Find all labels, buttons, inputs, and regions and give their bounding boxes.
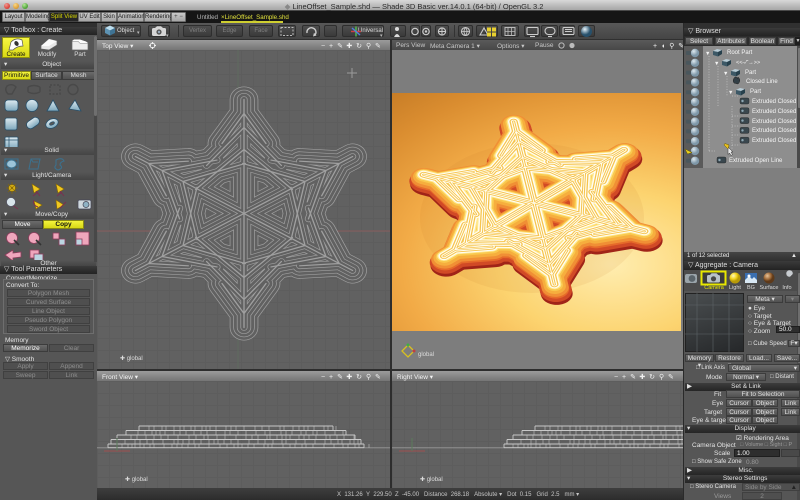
svg-text:▼: ▼	[723, 71, 728, 77]
svg-text:▼: ▼	[728, 90, 733, 96]
svg-text:▾: ▾	[137, 30, 140, 36]
svg-text:▾: ▾	[166, 33, 169, 39]
svg-text:▼: ▼	[714, 61, 719, 67]
svg-text:▾: ▾	[380, 33, 383, 39]
svg-text:▼: ▼	[705, 51, 710, 57]
